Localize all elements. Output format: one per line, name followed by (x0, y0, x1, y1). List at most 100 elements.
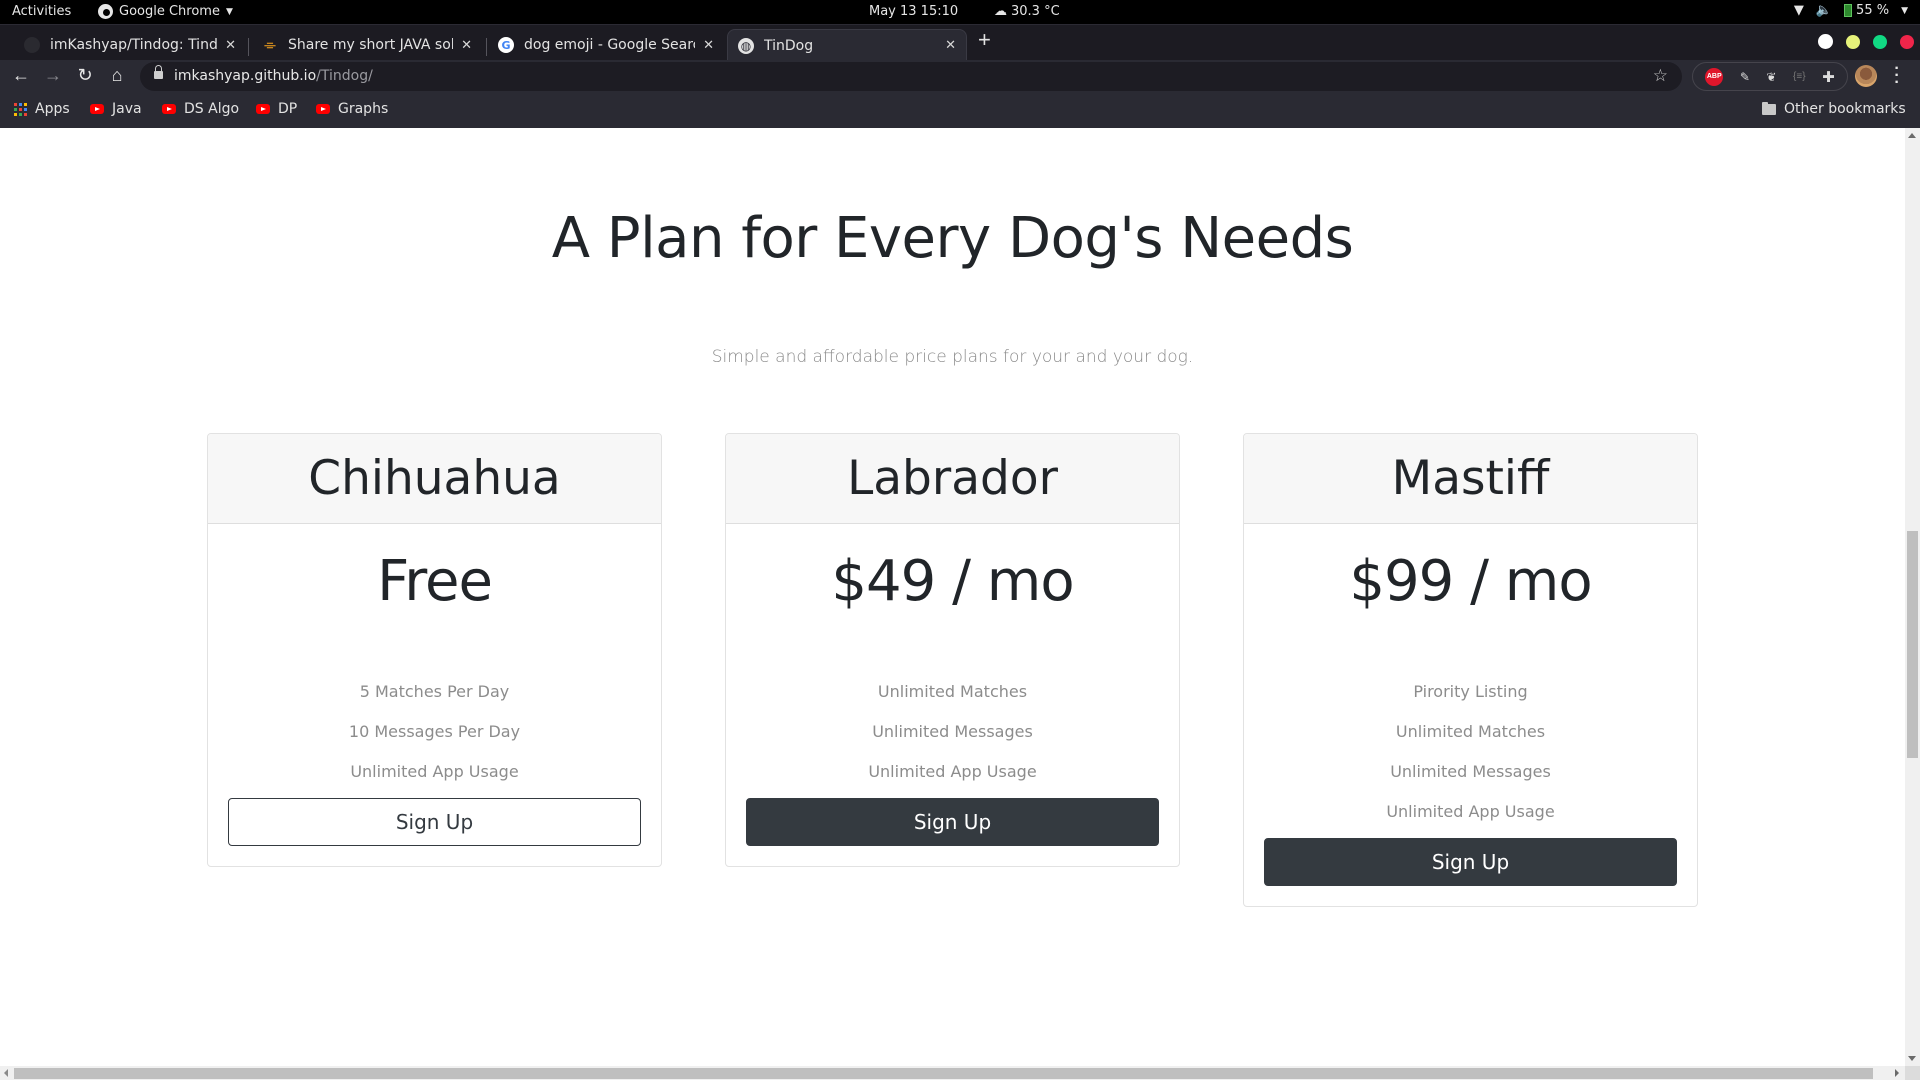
plan-feature: 5 Matches Per Day (359, 682, 510, 701)
plan-feature: Unlimited Messages (1390, 762, 1551, 781)
scroll-up-arrow-icon[interactable] (1908, 133, 1916, 138)
youtube-icon (162, 104, 176, 114)
activities-button[interactable]: Activities (12, 4, 71, 19)
plan-feature: Unlimited Messages (872, 722, 1033, 741)
app-menu[interactable]: Google Chrome ▼ (98, 4, 233, 19)
plan-features: Unlimited Matches Unlimited Messages Unl… (746, 672, 1159, 792)
bookmark-label: Graphs (338, 101, 389, 117)
horizontal-scrollbar[interactable] (0, 1066, 1905, 1080)
plan-card-chihuahua: Chihuahua Free 5 Matches Per Day 10 Mess… (207, 433, 662, 867)
google-icon: G (498, 37, 514, 53)
new-tab-button[interactable]: + (978, 27, 991, 53)
sign-up-button[interactable]: Sign Up (746, 798, 1159, 846)
reload-button[interactable]: ↻ (73, 65, 97, 86)
bookmark-ds-algo[interactable]: DS Algo (162, 101, 239, 117)
scroll-left-arrow-icon[interactable] (4, 1069, 8, 1077)
tab-github[interactable]: imKashyap/Tindog: Tindog ✕ (14, 29, 246, 61)
plan-features: Pirority Listing Unlimited Matches Unlim… (1264, 672, 1677, 832)
bookmark-label: Java (112, 101, 142, 117)
battery-icon (1844, 4, 1853, 17)
app-name: Google Chrome (119, 4, 220, 19)
bookmark-label: Apps (35, 101, 70, 117)
tab-tindog[interactable]: ◍ TinDog ✕ (727, 29, 967, 61)
bookmark-label: DP (278, 101, 298, 117)
bookmark-dp[interactable]: DP (256, 101, 297, 117)
tab-search-button[interactable] (1818, 34, 1833, 49)
scroll-down-arrow-icon[interactable] (1908, 1056, 1916, 1061)
bookmark-label: DS Algo (184, 101, 240, 117)
plan-name: Mastiff (1244, 434, 1697, 524)
github-icon (24, 37, 40, 53)
system-tray[interactable]: ▼ 🔈 55 % ▼ (1794, 3, 1908, 18)
plan-name: Chihuahua (208, 434, 661, 524)
plan-feature: Unlimited App Usage (868, 762, 1037, 781)
plan-features: 5 Matches Per Day 10 Messages Per Day Un… (228, 672, 641, 792)
back-button[interactable]: ← (9, 65, 33, 86)
other-bookmarks-label: Other bookmarks (1784, 101, 1906, 117)
forward-button[interactable]: → (41, 65, 65, 86)
url-path: /Tindog/ (316, 68, 373, 84)
plan-body: Free 5 Matches Per Day 10 Messages Per D… (208, 524, 661, 866)
close-icon[interactable]: ✕ (703, 38, 714, 53)
vertical-scroll-thumb[interactable] (1907, 531, 1918, 758)
scroll-right-arrow-icon[interactable] (1895, 1069, 1899, 1077)
vertical-scrollbar[interactable] (1905, 128, 1920, 1066)
close-window-button[interactable] (1900, 34, 1914, 49)
plan-body: $99 / mo Pirority Listing Unlimited Matc… (1244, 524, 1697, 906)
close-icon[interactable]: ✕ (945, 38, 956, 53)
youtube-icon (90, 104, 104, 114)
plan-feature: Unlimited App Usage (350, 762, 519, 781)
weather[interactable]: ☁ 30.3 °C (994, 4, 1060, 19)
bookmark-graphs[interactable]: Graphs (316, 101, 388, 117)
other-bookmarks[interactable]: Other bookmarks (1762, 101, 1906, 117)
address-bar[interactable]: imkashyap.github.io/Tindog/ ☆ (140, 62, 1682, 91)
bookmark-java[interactable]: Java (90, 101, 142, 117)
sign-up-button[interactable]: Sign Up (228, 798, 641, 846)
tab-title: dog emoji - Google Search (524, 37, 696, 53)
apps-grid-icon (14, 102, 27, 116)
tab-leetcode[interactable]: ⌯ Share my short JAVA solution ✕ (252, 29, 482, 61)
url-text[interactable]: imkashyap.github.io/Tindog/ (174, 68, 373, 84)
plan-feature: 10 Messages Per Day (348, 722, 521, 741)
minimize-button[interactable] (1846, 34, 1860, 49)
json-viewer-icon[interactable]: {≡} (1793, 71, 1806, 82)
close-icon[interactable]: ✕ (225, 38, 236, 53)
sign-up-button[interactable]: Sign Up (1264, 838, 1677, 886)
extensions-group: ABP ✎ ❦ {≡} ✚ (1692, 62, 1848, 91)
battery-status: 55 % (1844, 3, 1889, 18)
page-subtitle: Simple and affordable price plans for yo… (711, 347, 1194, 367)
clock[interactable]: May 13 15:10 (869, 4, 958, 19)
profile-avatar[interactable] (1855, 65, 1877, 87)
plan-price: Free (377, 549, 493, 614)
youtube-icon (256, 104, 270, 114)
lock-icon[interactable] (154, 65, 163, 80)
tab-title: TinDog (764, 37, 814, 54)
tab-strip: imKashyap/Tindog: Tindog ✕ ⌯ Share my sh… (0, 24, 1920, 61)
bookmark-apps[interactable]: Apps (14, 101, 70, 117)
menu-icon[interactable]: · · · (1893, 61, 1901, 91)
horizontal-scroll-thumb[interactable] (14, 1068, 1873, 1079)
plan-body: $49 / mo Unlimited Matches Unlimited Mes… (726, 524, 1179, 866)
adblock-plus-icon[interactable]: ABP (1705, 67, 1724, 86)
tab-separator (248, 38, 249, 56)
plan-feature: Unlimited Matches (1395, 722, 1546, 741)
globe-icon: ◍ (738, 37, 754, 54)
scrollbar-corner (1905, 1066, 1920, 1080)
color-picker-icon[interactable]: ✎ (1740, 70, 1750, 84)
window-controls (1818, 34, 1914, 49)
youtube-icon (316, 104, 330, 114)
tab-google-search[interactable]: G dog emoji - Google Search ✕ (488, 29, 724, 61)
caret-down-icon: ▼ (1901, 5, 1908, 16)
bookmark-star-icon[interactable]: ☆ (1653, 66, 1668, 86)
plan-feature: Unlimited App Usage (1386, 802, 1555, 821)
gnome-extension-icon[interactable]: ❦ (1766, 70, 1776, 84)
plan-price: $49 / mo (831, 549, 1074, 614)
battery-percent: 55 % (1856, 3, 1890, 18)
close-icon[interactable]: ✕ (461, 38, 472, 53)
plan-name: Labrador (726, 434, 1179, 524)
bookmarks-bar: Apps Java DS Algo DP Graphs Other bookma… (0, 93, 1920, 128)
maximize-button[interactable] (1873, 34, 1887, 49)
system-top-bar: Activities Google Chrome ▼ May 13 15:10 … (0, 0, 1920, 24)
puzzle-icon[interactable]: ✚ (1822, 68, 1835, 86)
home-button[interactable]: ⌂ (105, 65, 129, 86)
